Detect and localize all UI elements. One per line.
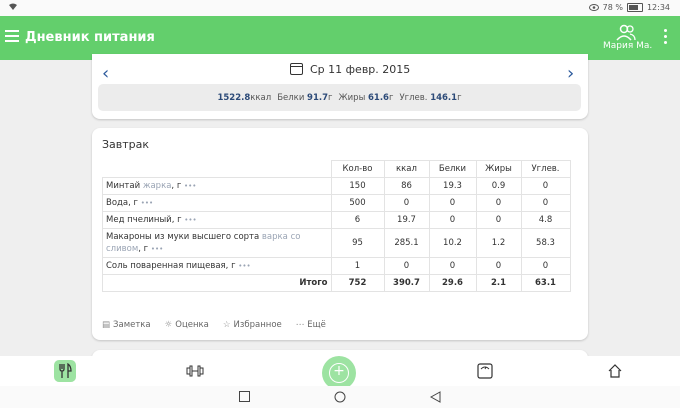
food-qty[interactable]: 500 <box>330 194 385 212</box>
bottom-nav: + <box>0 356 680 390</box>
total-fat: 2.1 <box>475 274 522 292</box>
back-icon[interactable] <box>430 391 441 403</box>
food-carbs: 0 <box>520 257 571 275</box>
menu-icon[interactable] <box>5 30 19 44</box>
food-protein: 0 <box>428 211 477 229</box>
food-name[interactable]: Макароны из муки высшего сорта варка со … <box>102 228 332 258</box>
app-title: Дневник питания <box>25 30 155 45</box>
clock: 12:34 <box>646 3 670 12</box>
total-label: Итого <box>102 274 332 292</box>
food-kcal: 285.1 <box>383 228 430 258</box>
food-fat: 0 <box>475 257 522 275</box>
prev-day-button[interactable]: ‹ <box>102 63 109 84</box>
fork-knife-icon[interactable] <box>54 360 76 382</box>
table-row[interactable]: Минтай жарка, г ••• 150 86 19.3 0.9 0 <box>102 177 571 195</box>
status-bar: 78 % 12:34 <box>0 0 680 16</box>
table-header: Кол-во ккал Белки Жиры Углев. <box>102 160 571 178</box>
more-dots-icon[interactable]: ••• <box>151 245 163 253</box>
home-icon[interactable] <box>604 360 626 382</box>
food-carbs: 0 <box>520 177 571 195</box>
total-kcal: 390.7 <box>383 274 430 292</box>
food-kcal: 0 <box>383 257 430 275</box>
food-protein: 0 <box>428 194 477 212</box>
scale-icon[interactable] <box>474 360 496 382</box>
total-protein: 29.6 <box>428 274 477 292</box>
column-qty: Кол-во <box>330 160 385 178</box>
food-qty[interactable]: 1 <box>330 257 385 275</box>
wifi-icon <box>9 3 17 10</box>
system-nav <box>0 386 680 408</box>
column-fat: Жиры <box>475 160 522 178</box>
more-vert-icon[interactable] <box>664 29 668 47</box>
meal-card-breakfast: Завтрак Кол-во ккал Белки Жиры Углев. Ми… <box>92 128 588 340</box>
food-carbs: 4.8 <box>520 211 571 229</box>
food-name[interactable]: Вода, г ••• <box>102 194 332 212</box>
table-row[interactable]: Мед пчелиный, г ••• 6 19.7 0 0 4.8 <box>102 211 571 229</box>
food-name[interactable]: Мед пчелиный, г ••• <box>102 211 332 229</box>
home-button-icon[interactable] <box>334 391 346 403</box>
user-name[interactable]: Мария Ма. <box>603 41 652 51</box>
note-button[interactable]: ▤ Заметка <box>102 320 151 330</box>
table-row[interactable]: Соль поваренная пищевая, г ••• 1 0 0 0 0 <box>102 257 571 275</box>
protein-summary: Белки 91.7г <box>277 92 333 103</box>
day-summary: 1522.8ккал Белки 91.7г Жиры 61.6г Углев.… <box>98 84 581 111</box>
food-qty[interactable]: 6 <box>330 211 385 229</box>
users-icon[interactable] <box>616 24 636 42</box>
food-kcal: 86 <box>383 177 430 195</box>
rating-button[interactable]: ☼ Оценка <box>165 320 209 330</box>
more-dots-icon[interactable]: ••• <box>238 262 250 270</box>
calendar-icon[interactable] <box>290 63 303 75</box>
more-button[interactable]: ⋯ Ещё <box>296 320 326 330</box>
dumbbell-icon[interactable] <box>184 360 206 382</box>
kcal-summary: 1522.8ккал <box>217 92 272 103</box>
plus-circle-icon[interactable]: + <box>322 356 356 390</box>
table-row[interactable]: Макароны из муки высшего сорта варка со … <box>102 228 571 258</box>
date-card: ‹ Ср 11 февр. 2015 › 1522.8ккал Белки 91… <box>92 54 588 119</box>
total-carbs: 63.1 <box>520 274 571 292</box>
battery-icon <box>626 3 643 12</box>
food-protein: 19.3 <box>428 177 477 195</box>
food-carbs: 0 <box>520 194 571 212</box>
food-qty[interactable]: 95 <box>330 228 385 258</box>
total-row: Итого 752 390.7 29.6 2.1 63.1 <box>102 274 571 292</box>
recents-icon[interactable] <box>239 391 250 402</box>
food-kcal: 0 <box>383 194 430 212</box>
total-qty: 752 <box>330 274 385 292</box>
food-kcal: 19.7 <box>383 211 430 229</box>
food-fat: 0.9 <box>475 177 522 195</box>
battery-percent: 78 % <box>602 3 623 12</box>
food-carbs: 58.3 <box>520 228 571 258</box>
food-fat: 1.2 <box>475 228 522 258</box>
column-protein: Белки <box>428 160 477 178</box>
column-kcal: ккал <box>383 160 430 178</box>
column-carbs: Углев. <box>520 160 571 178</box>
food-qty[interactable]: 150 <box>330 177 385 195</box>
bulb-icon: ☼ <box>164 320 173 330</box>
carbs-summary: Углев. 146.1г <box>399 92 462 103</box>
food-protein: 0 <box>428 257 477 275</box>
current-date[interactable]: Ср 11 февр. 2015 <box>310 63 410 76</box>
next-day-button[interactable]: › <box>567 63 574 84</box>
more-dots-icon[interactable]: ••• <box>184 182 196 190</box>
food-fat: 0 <box>475 194 522 212</box>
food-fat: 0 <box>475 211 522 229</box>
more-dots-icon[interactable]: ••• <box>184 216 196 224</box>
meal-title: Завтрак <box>102 138 150 151</box>
favorite-button[interactable]: ☆ Избранное <box>223 320 282 330</box>
more-dots-icon[interactable]: ••• <box>141 199 153 207</box>
eye-icon <box>588 4 599 11</box>
note-icon: ▤ <box>102 320 111 330</box>
table-row[interactable]: Вода, г ••• 500 0 0 0 0 <box>102 194 571 212</box>
food-name[interactable]: Минтай жарка, г ••• <box>102 177 332 195</box>
food-protein: 10.2 <box>428 228 477 258</box>
meal-table: Кол-во ккал Белки Жиры Углев. Минтай жар… <box>102 160 571 292</box>
star-icon: ☆ <box>222 320 231 330</box>
more-horiz-icon: ⋯ <box>295 320 305 330</box>
meal-actions: ▤ Заметка ☼ Оценка ☆ Избранное ⋯ Ещё <box>102 320 326 330</box>
fat-summary: Жиры 61.6г <box>338 92 394 103</box>
food-name[interactable]: Соль поваренная пищевая, г ••• <box>102 257 332 275</box>
